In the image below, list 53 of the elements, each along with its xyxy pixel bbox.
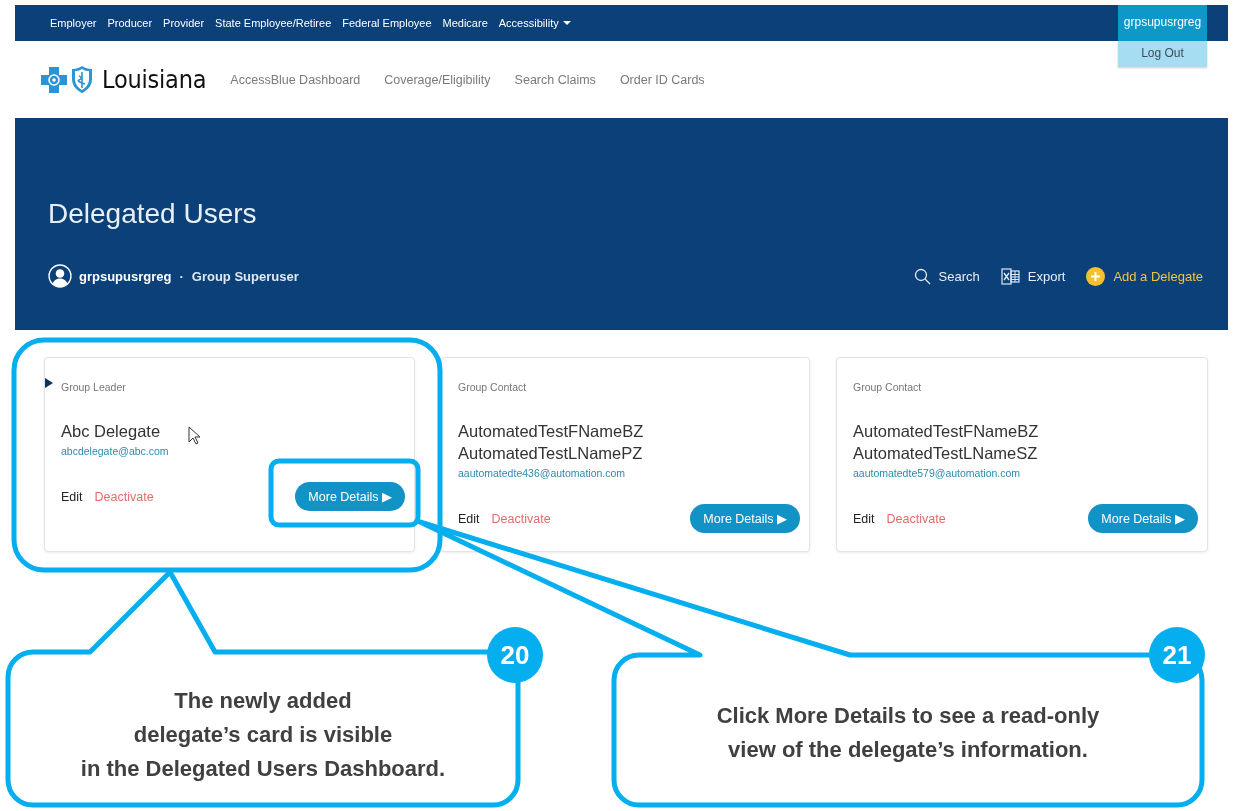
spreadsheet-icon	[1000, 267, 1020, 285]
delegate-name: AutomatedTestLNamePZ	[458, 444, 643, 463]
more-details-button[interactable]: More Details ▶	[295, 482, 405, 511]
cross-logo-icon	[40, 65, 68, 94]
separator-dot: ·	[179, 268, 184, 284]
logo-text: Louisiana	[102, 65, 207, 94]
user-role: Group Superuser	[191, 268, 299, 284]
search-link[interactable]: Search	[913, 267, 980, 285]
delegate-name: AutomatedTestLNameSZ	[853, 444, 1038, 463]
nav-link[interactable]: Order ID Cards	[619, 72, 705, 87]
nav-link[interactable]: Coverage/Eligibility	[384, 72, 491, 87]
user-name: grpsupusrgreg	[79, 268, 172, 284]
menu-item[interactable]: Log Out	[1118, 41, 1207, 67]
nav-link[interactable]: Search Claims	[514, 72, 596, 87]
delegate-email: abcdelegate@abc.com	[61, 445, 169, 457]
edit-link[interactable]: Edit	[61, 489, 83, 504]
step-badge: 20	[487, 627, 543, 683]
deactivate-link[interactable]: Deactivate	[886, 511, 946, 526]
export-link[interactable]: Export	[1000, 267, 1066, 285]
nav-link[interactable]: Producer	[107, 17, 153, 29]
step-badge: 21	[1149, 627, 1205, 683]
nav-link[interactable]: AccessBlue Dashboard	[230, 72, 361, 87]
edit-link[interactable]: Edit	[853, 511, 875, 526]
role-label: Group Leader	[61, 381, 126, 393]
callout-text: The newly added delegate’s card is visible in the Delegated Users Dashboard.	[80, 687, 446, 783]
role-label: Group Contact	[853, 381, 922, 393]
delegate-email: aautomatedte579@automation.com	[853, 467, 1021, 479]
delegate-name: AutomatedTestFNameBZ	[853, 422, 1039, 441]
role-label: Group Contact	[458, 381, 527, 393]
plus-icon	[1086, 266, 1106, 286]
avatar-icon	[48, 264, 72, 288]
caret-icon	[562, 21, 571, 25]
triangle-icon	[45, 378, 53, 388]
callout-text: Click More Details to see a read-only view of the delegate’s information.	[716, 701, 1100, 764]
add-link[interactable]: Add a Delegate	[1086, 266, 1203, 286]
user-menu[interactable]: grpsupusrgreg	[1118, 5, 1207, 41]
deactivate-link[interactable]: Deactivate	[491, 511, 551, 526]
edit-link[interactable]: Edit	[458, 511, 480, 526]
nav-link[interactable]: Provider	[163, 17, 205, 29]
delegate-email: aautomatedte436@automation.com	[458, 467, 626, 479]
page-title: Delegated Users	[48, 197, 258, 231]
nav-link[interactable]: Employer	[50, 17, 97, 29]
dropdown-menu[interactable]: Accessibility	[498, 17, 571, 29]
deactivate-link[interactable]: Deactivate	[94, 489, 154, 504]
delegate-name: Abc Delegate	[61, 422, 161, 441]
nav-link[interactable]: State Employee/Retiree	[215, 17, 332, 29]
search-icon	[913, 267, 931, 285]
more-details-button[interactable]: More Details ▶	[1088, 504, 1198, 533]
nav-link[interactable]: Medicare	[442, 17, 488, 29]
shield-logo-icon	[70, 65, 94, 94]
nav-link[interactable]: Federal Employee	[342, 17, 432, 29]
more-details-button[interactable]: More Details ▶	[690, 504, 800, 533]
delegate-name: AutomatedTestFNameBZ	[458, 422, 644, 441]
